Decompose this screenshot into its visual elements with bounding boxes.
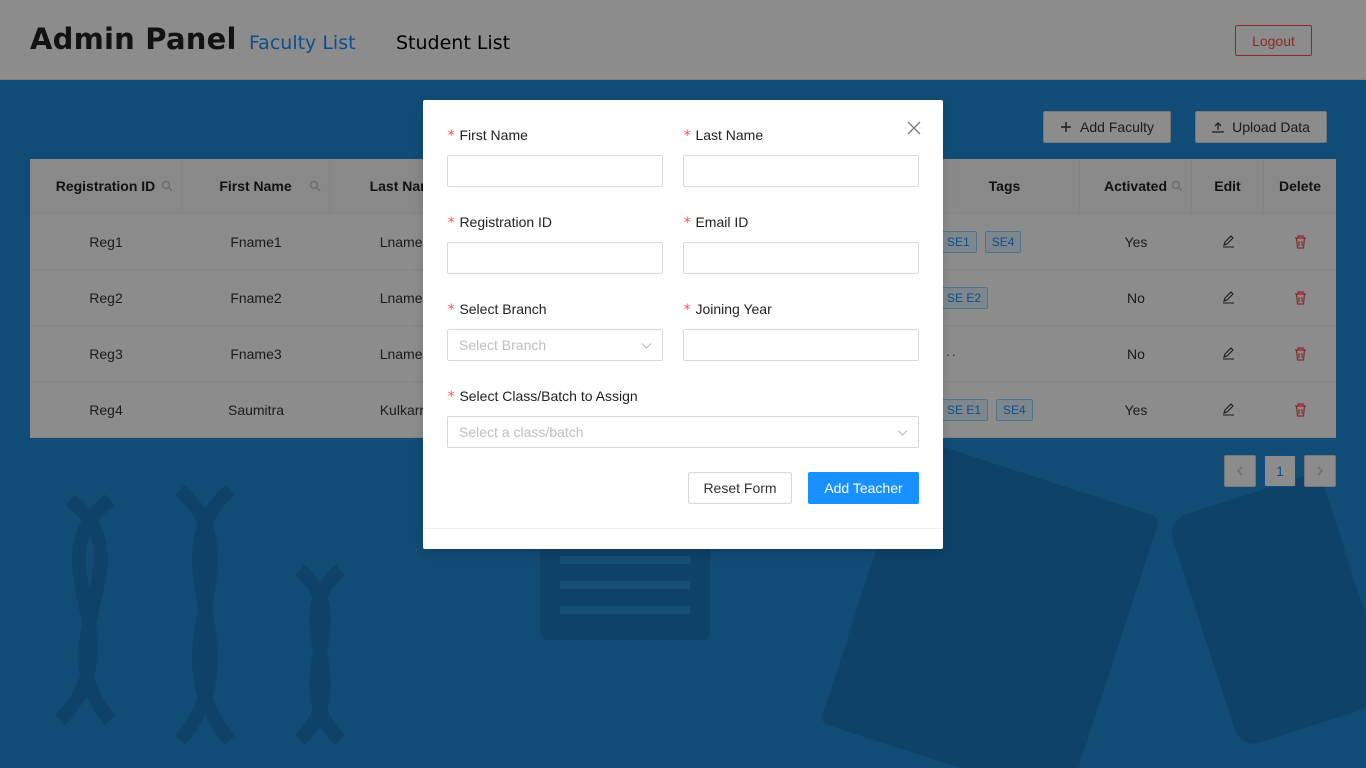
select-branch-label: * Select Branch: [447, 301, 547, 318]
required-mark: *: [447, 215, 456, 231]
joining-year-label: * Joining Year: [683, 301, 772, 318]
class-batch-label: * Select Class/Batch to Assign: [447, 388, 638, 405]
registration-id-label: * Registration ID: [447, 214, 552, 231]
email-id-label: * Email ID: [683, 214, 748, 231]
required-mark: *: [683, 215, 692, 231]
required-mark: *: [447, 389, 456, 405]
required-mark: *: [683, 128, 692, 144]
required-mark: *: [447, 128, 456, 144]
branch-select[interactable]: Select Branch: [447, 329, 663, 361]
chevron-down-icon: [897, 430, 908, 436]
class-batch-select[interactable]: Select a class/batch: [447, 416, 919, 448]
class-batch-label-text: Select Class/Batch to Assign: [459, 388, 638, 404]
first-name-input[interactable]: [447, 155, 663, 187]
branch-select-placeholder: Select Branch: [459, 337, 547, 353]
chevron-down-icon: [641, 343, 652, 349]
add-teacher-button[interactable]: Add Teacher: [808, 472, 919, 504]
joining-year-input[interactable]: [683, 329, 919, 361]
joining-year-label-text: Joining Year: [695, 301, 772, 317]
email-id-input[interactable]: [683, 242, 919, 274]
reset-form-button[interactable]: Reset Form: [688, 472, 792, 504]
add-teacher-modal: * First Name * Last Name * Registration ID …: [423, 100, 943, 549]
select-branch-label-text: Select Branch: [459, 301, 547, 317]
last-name-input[interactable]: [683, 155, 919, 187]
first-name-label-text: First Name: [459, 127, 528, 143]
required-mark: *: [447, 302, 456, 318]
required-mark: *: [683, 302, 692, 318]
class-batch-select-placeholder: Select a class/batch: [459, 424, 584, 440]
modal-close-button[interactable]: [902, 116, 926, 140]
email-id-label-text: Email ID: [695, 214, 749, 230]
registration-id-input[interactable]: [447, 242, 663, 274]
registration-id-label-text: Registration ID: [459, 214, 553, 230]
close-icon: [907, 121, 921, 135]
modal-footer-divider: [423, 528, 943, 529]
last-name-label: * Last Name: [683, 127, 763, 144]
first-name-label: * First Name: [447, 127, 528, 144]
last-name-label-text: Last Name: [695, 127, 764, 143]
